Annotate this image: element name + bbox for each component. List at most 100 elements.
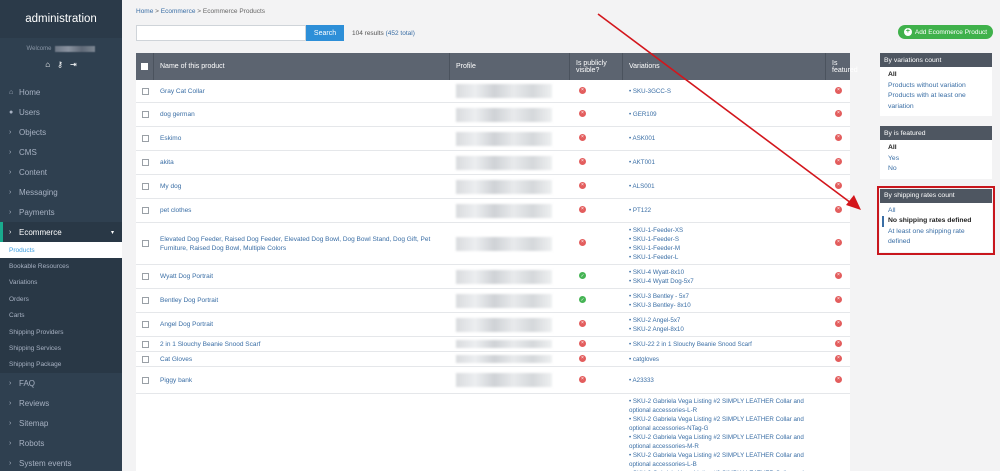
variation-link[interactable]: • SKU-4 Wyatt-8x10 [629,268,826,277]
filter-option[interactable]: All [888,143,988,154]
sidebar-item-home[interactable]: ⌂ Home [0,82,122,102]
product-name-link[interactable]: Elevated Dog Feeder, Raised Dog Feeder, … [160,236,430,252]
sidebar-item-faq[interactable]: › FAQ [0,373,122,393]
sidebar-item-cms[interactable]: › CMS [0,142,122,162]
checkbox[interactable] [141,111,149,118]
filter-option[interactable]: No [888,164,988,175]
row-select[interactable] [136,321,154,328]
variation-link[interactable]: • SKU-2 Gabriela Vega Listing #2 SIMPLY … [629,433,826,451]
checkbox[interactable] [141,297,149,304]
product-name-link[interactable]: Gray Cat Collar [160,88,205,95]
header-profile[interactable]: Profile [450,53,570,80]
submenu-item-bookable-resources[interactable]: Bookable Resources [0,258,122,274]
breadcrumb-home[interactable]: Home [136,8,153,15]
checkbox[interactable] [141,376,149,384]
variation-link[interactable]: • SKU-2 Angel-8x10 [629,325,826,334]
filter-option[interactable]: At least one shipping rate defined [888,227,988,248]
row-select[interactable] [136,340,154,348]
product-name-link[interactable]: pet clothes [160,207,191,214]
row-select[interactable] [136,111,154,118]
filter-option[interactable]: No shipping rates defined [882,216,988,227]
row-select[interactable] [136,297,154,304]
checkbox[interactable] [141,63,148,70]
row-select[interactable] [136,207,154,214]
variation-link[interactable]: • catgloves [629,355,826,364]
add-product-button[interactable]: + Add Ecommerce Product [898,25,993,39]
sidebar-item-messaging[interactable]: › Messaging [0,182,122,202]
checkbox[interactable] [141,355,149,363]
header-name[interactable]: Name of this product [154,53,450,80]
filter-option[interactable]: Yes [888,154,988,165]
sidebar-item-robots[interactable]: › Robots [0,433,122,453]
product-name-link[interactable]: dog german [160,111,195,118]
row-select[interactable] [136,273,154,280]
variation-link[interactable]: • ASK001 [629,134,826,143]
product-name-link[interactable]: Bentley Dog Portrait [160,297,218,304]
variation-link[interactable]: • SKU-3GCC-S [629,87,826,96]
product-name-link[interactable]: Piggy bank [160,377,192,384]
variation-link[interactable]: • SKU-1-Feeder-L [629,253,826,262]
submenu-item-shipping-services[interactable]: Shipping Services [0,340,122,356]
key-icon[interactable]: ⚷ [57,60,63,69]
sidebar-item-content[interactable]: › Content [0,162,122,182]
variation-link[interactable]: • SKU-4 Wyatt Dog-5x7 [629,277,826,286]
checkbox[interactable] [141,183,149,190]
submenu-item-variations[interactable]: Variations [0,275,122,291]
row-select[interactable] [136,355,154,363]
row-select[interactable] [136,183,154,190]
variation-link[interactable]: • SKU-1-Feeder-S [629,235,826,244]
variation-link[interactable]: • SKU-3 Bentley - 5x7 [629,292,826,301]
variation-link[interactable]: • A23333 [629,376,826,385]
variation-link[interactable]: • SKU-3 Bentley- 8x10 [629,301,826,310]
sidebar-item-sitemap[interactable]: › Sitemap [0,413,122,433]
submenu-item-shipping-providers[interactable]: Shipping Providers [0,324,122,340]
variation-link[interactable]: • PT122 [629,206,826,215]
variation-link[interactable]: • AKT001 [629,158,826,167]
submenu-item-shipping-package[interactable]: Shipping Package [0,357,122,373]
checkbox[interactable] [141,135,149,142]
checkbox[interactable] [141,159,149,166]
sidebar-item-payments[interactable]: › Payments [0,202,122,222]
row-select[interactable] [136,135,154,142]
filter-option[interactable]: Products without variation [888,81,988,92]
row-select[interactable] [136,376,154,384]
variation-link[interactable]: • ALS001 [629,182,826,191]
filter-option[interactable]: All [888,206,988,217]
header-public[interactable]: Is publicly visible? [570,53,623,80]
product-name-link[interactable]: Eskimo [160,135,181,142]
sidebar-item-objects[interactable]: › Objects [0,122,122,142]
submenu-item-products[interactable]: Products [0,242,122,259]
variation-link[interactable]: • SKU-2 Gabriela Vega Listing #2 SIMPLY … [629,415,826,433]
product-name-link[interactable]: Wyatt Dog Portrait [160,273,213,280]
checkbox[interactable] [141,87,149,95]
sidebar-item-reviews[interactable]: › Reviews [0,393,122,413]
breadcrumb-ecommerce[interactable]: Ecommerce [161,8,196,15]
variation-link[interactable]: • GER109 [629,110,826,119]
product-name-link[interactable]: akita [160,159,174,166]
variation-link[interactable]: • SKU-1-Feeder-M [629,244,826,253]
header-variations[interactable]: Variations [623,53,826,80]
filter-option[interactable]: Products with at least one variation [888,91,988,112]
submenu-item-orders[interactable]: Orders [0,291,122,307]
product-name-link[interactable]: My dog [160,183,181,190]
sidebar-item-ecommerce[interactable]: › Ecommerce ▾ [0,222,122,242]
checkbox[interactable] [141,240,149,247]
header-select-all[interactable] [136,53,154,80]
product-name-link[interactable]: Cat Gloves [160,356,192,363]
checkbox[interactable] [141,273,149,280]
variation-link[interactable]: • SKU-22 2 in 1 Slouchy Beanie Snood Sca… [629,340,826,349]
checkbox[interactable] [141,207,149,214]
submenu-item-carts[interactable]: Carts [0,308,122,324]
filter-option[interactable]: All [888,70,988,81]
checkbox[interactable] [141,340,149,348]
product-name-link[interactable]: 2 in 1 Slouchy Beanie Snood Scarf [160,341,260,348]
sidebar-item-users[interactable]: ● Users [0,102,122,122]
variation-link[interactable]: • SKU-1-Feeder-XS [629,226,826,235]
search-button[interactable]: Search [306,25,344,41]
variation-link[interactable]: • SKU-2 Gabriela Vega Listing #2 SIMPLY … [629,451,826,469]
variation-link[interactable]: • SKU-2 Angel-5x7 [629,316,826,325]
sidebar-item-system-events[interactable]: › System events [0,453,122,471]
header-featured[interactable]: Is featured [826,53,858,80]
variation-link[interactable]: • SKU-2 Gabriela Vega Listing #2 SIMPLY … [629,397,826,415]
home-icon[interactable]: ⌂ [45,60,50,69]
